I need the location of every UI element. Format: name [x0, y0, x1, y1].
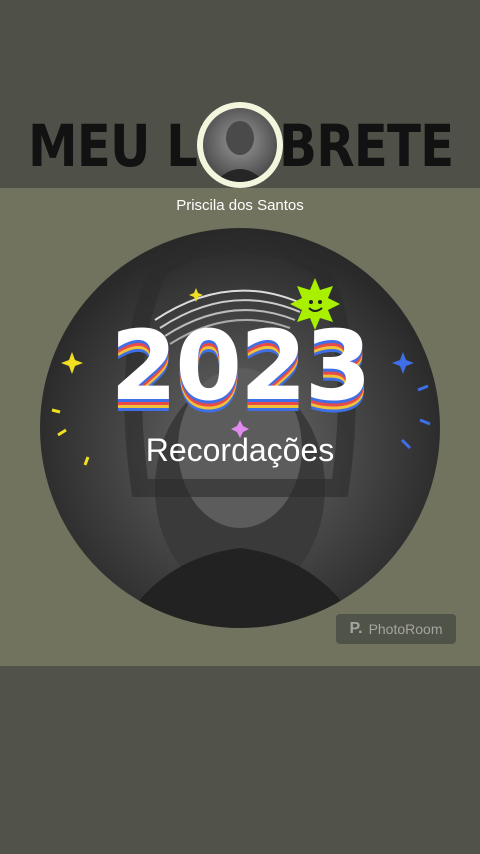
watermark-label: PhotoRoom: [368, 621, 443, 637]
avatar-photo: [203, 108, 277, 182]
photoroom-logo-icon: P.: [349, 620, 363, 637]
memories-title: Recordações: [145, 432, 335, 468]
bottom-background: [0, 666, 480, 854]
person-portrait-icon: [215, 121, 265, 182]
profile-avatar[interactable]: [197, 102, 283, 188]
photoroom-watermark: P. PhotoRoom: [336, 614, 456, 644]
profile-name: Priscila dos Santos: [176, 197, 304, 214]
year-headline: 2023: [110, 310, 371, 422]
